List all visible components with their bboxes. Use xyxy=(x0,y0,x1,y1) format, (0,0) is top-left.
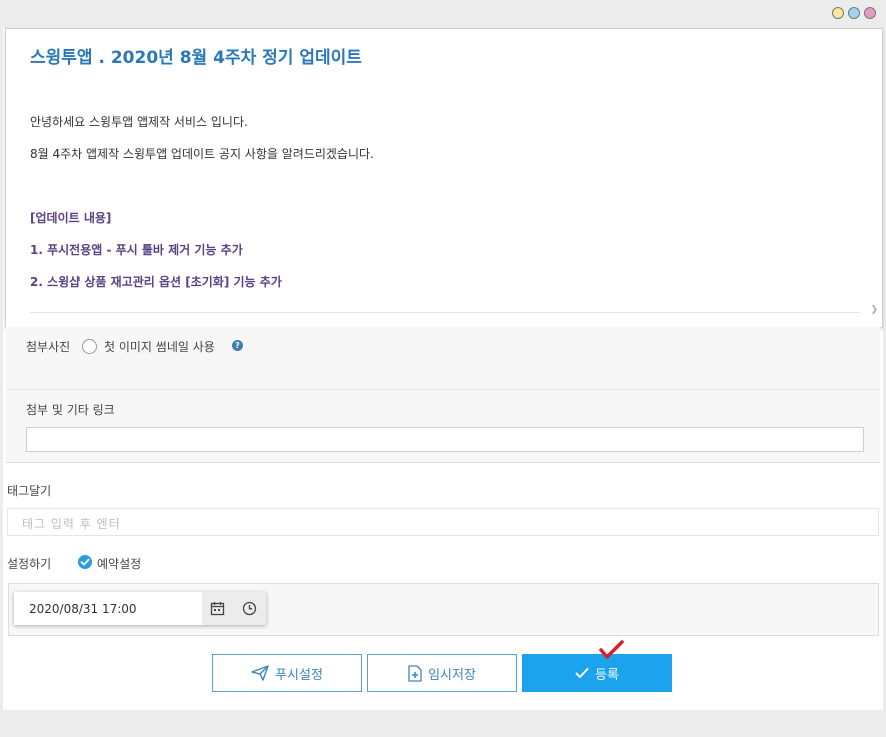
check-icon xyxy=(80,558,90,566)
attachment-links-section: 첨부 및 기타 링크 xyxy=(6,390,880,463)
thumbnail-radio[interactable] xyxy=(82,339,97,354)
window-minimize-dot[interactable] xyxy=(832,7,844,19)
paper-plane-icon xyxy=(251,665,269,681)
push-settings-button[interactable]: 푸시설정 xyxy=(212,654,362,692)
window-close-dot[interactable] xyxy=(864,7,876,19)
window-titlebar xyxy=(0,0,886,28)
check-icon xyxy=(575,668,589,678)
editor-item-1: 1. 푸시전용앱 - 푸시 툴바 제거 기능 추가 xyxy=(30,243,243,257)
submit-label: 등록 xyxy=(595,667,619,683)
attachment-links-label: 첨부 및 기타 링크 xyxy=(26,403,115,417)
editor-section-heading: [업데이트 내용] xyxy=(30,211,112,225)
tags-label: 태그달기 xyxy=(7,484,52,498)
editor-item-2: 2. 스윙샵 상품 재고관리 옵션 [초기화] 기능 추가 xyxy=(30,275,282,289)
calendar-icon[interactable] xyxy=(210,601,225,616)
datetime-value[interactable]: 2020/08/31 17:00 xyxy=(29,602,137,616)
datetime-tools xyxy=(202,592,266,625)
datetime-picker[interactable]: 2020/08/31 17:00 xyxy=(14,592,266,625)
window-maximize-dot[interactable] xyxy=(848,7,860,19)
temp-save-label: 임시저장 xyxy=(428,667,476,683)
reservation-panel: 2020/08/31 17:00 xyxy=(8,583,879,636)
thumbnail-option-label[interactable]: 첫 이미지 썸네일 사용 xyxy=(104,338,215,355)
help-icon[interactable]: ? xyxy=(232,340,243,351)
reservation-label[interactable]: 예약설정 xyxy=(97,555,141,572)
clock-icon[interactable] xyxy=(242,601,257,616)
tags-input-placeholder: 태그 입력 후 엔터 xyxy=(22,517,121,531)
submit-button[interactable]: 등록 xyxy=(522,654,672,692)
attach-photo-label: 첨부사진 xyxy=(26,340,71,354)
reservation-checkbox[interactable] xyxy=(78,555,92,569)
post-form: 스윙투앱 . 2020년 8월 4주차 정기 업데이트 안녕하세요 스윙투앱 앱… xyxy=(3,28,883,710)
file-plus-icon xyxy=(408,664,422,682)
editor-intro: 8월 4주차 앱제작 스윙투앱 업데이트 공지 사항을 알려드리겠습니다. xyxy=(30,147,374,161)
attach-photo-section: 첨부사진 첫 이미지 썸네일 사용 ? xyxy=(6,327,880,390)
post-title: 스윙투앱 . 2020년 8월 4주차 정기 업데이트 xyxy=(30,48,362,68)
settings-label: 설정하기 xyxy=(7,557,52,571)
red-check-marker-icon xyxy=(599,640,624,659)
editor-scroll-handle[interactable]: ❯ xyxy=(870,305,878,315)
editor-divider xyxy=(30,312,860,313)
content-editor[interactable]: 스윙투앱 . 2020년 8월 4주차 정기 업데이트 안녕하세요 스윙투앱 앱… xyxy=(5,28,883,328)
editor-greeting: 안녕하세요 스윙투앱 앱제작 서비스 입니다. xyxy=(30,115,248,129)
temp-save-button[interactable]: 임시저장 xyxy=(367,654,517,692)
attachment-links-input[interactable] xyxy=(26,427,864,452)
push-settings-label: 푸시설정 xyxy=(275,667,323,683)
tags-input[interactable]: 태그 입력 후 엔터 xyxy=(7,508,879,536)
